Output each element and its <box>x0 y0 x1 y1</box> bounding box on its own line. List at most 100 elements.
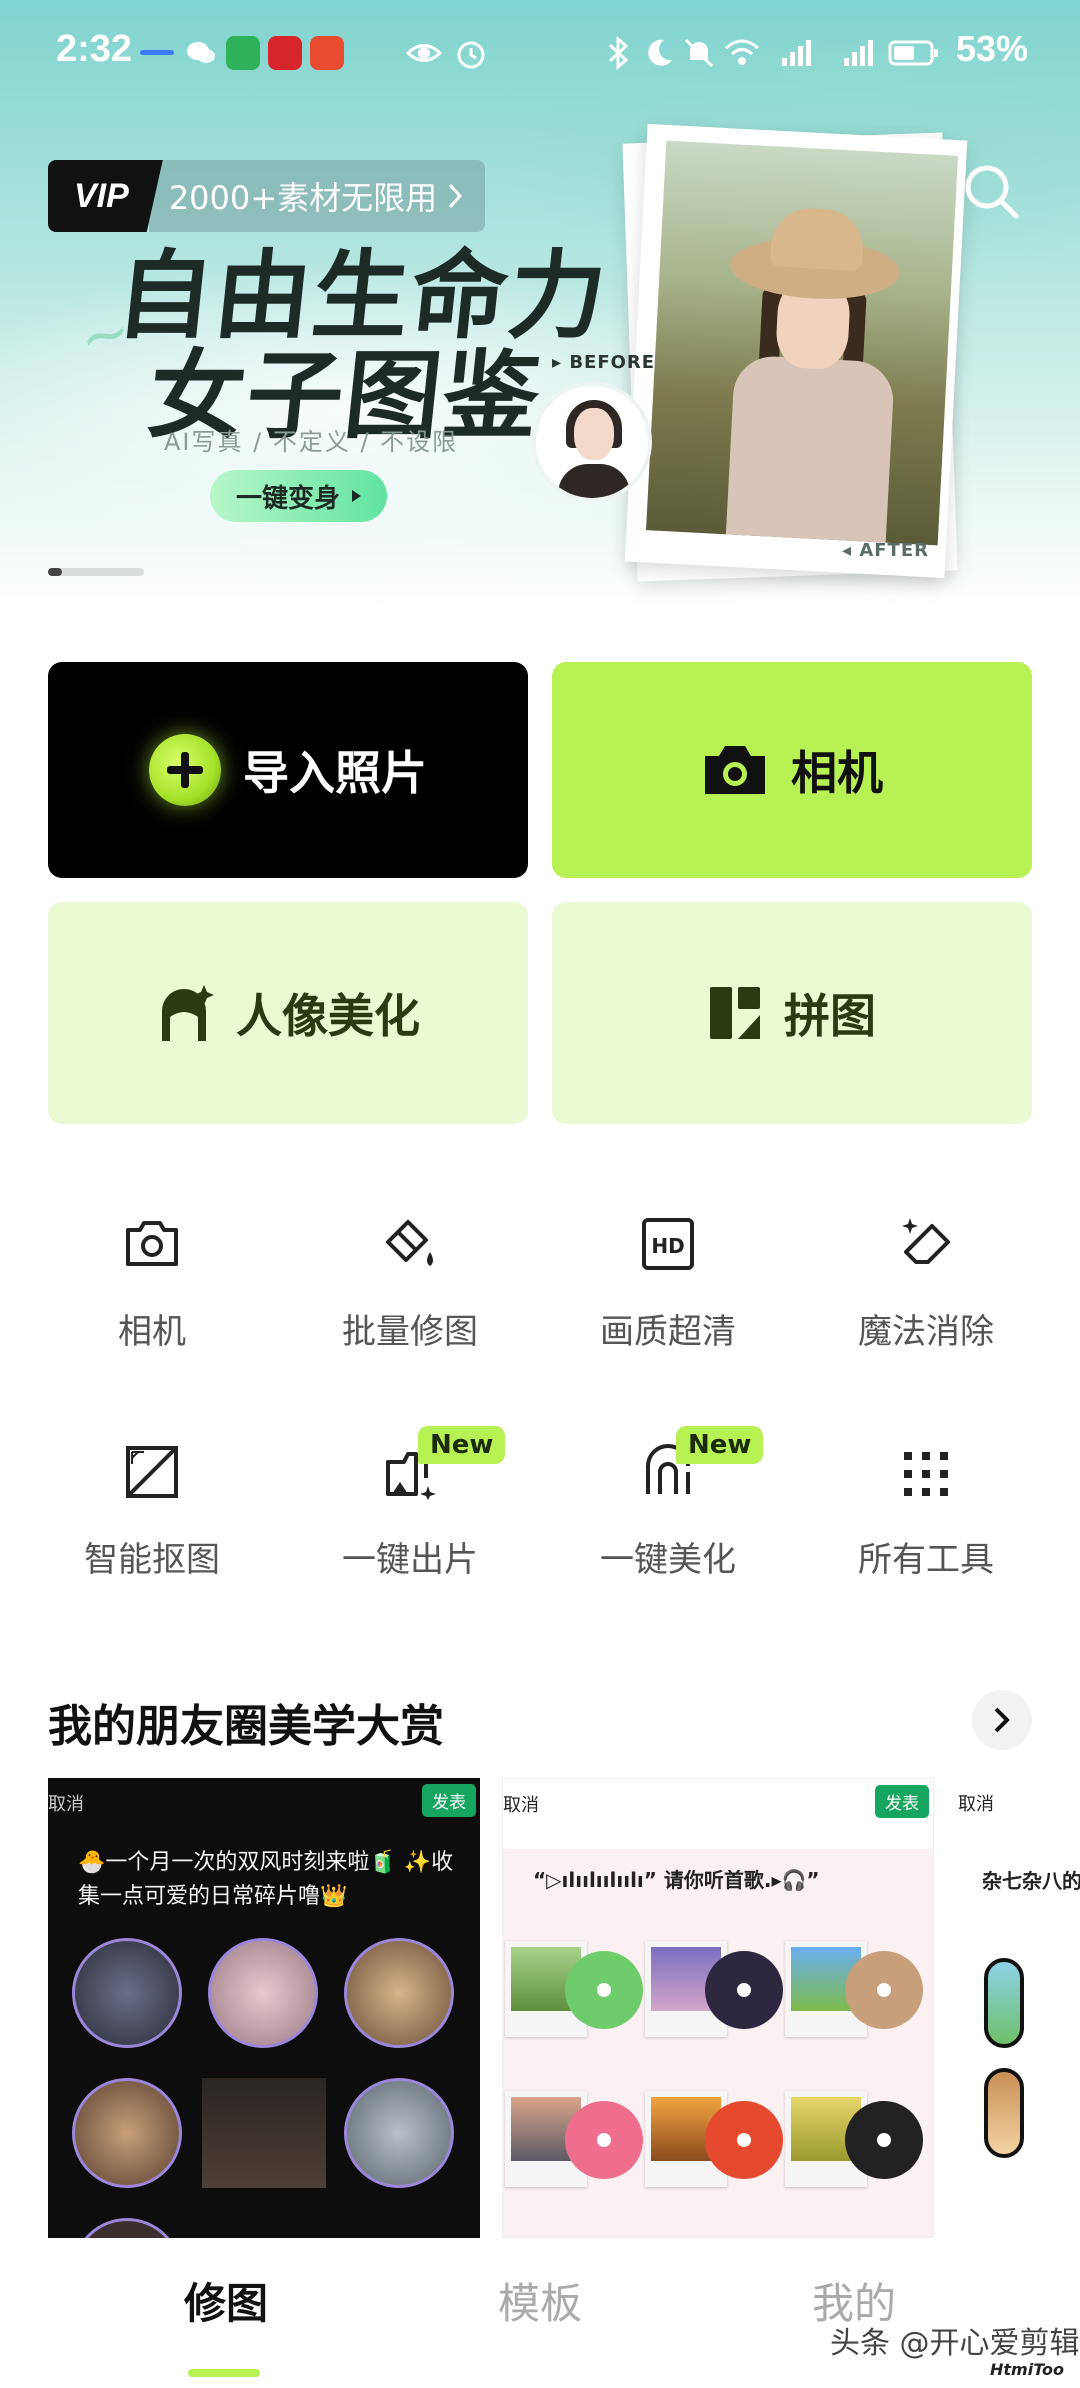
chevron-right-icon <box>448 183 463 209</box>
portrait-icon <box>162 985 214 1041</box>
photo-thumb <box>202 2078 326 2188</box>
import-photo-button[interactable]: 导入照片 <box>48 662 528 878</box>
battery-icon <box>888 36 940 70</box>
gallery-card[interactable]: 取消 发表 “▷ılıılıılıılı” 请你听首歌.▸🎧” <box>502 1778 934 2238</box>
plus-icon <box>149 734 221 806</box>
magic-eraser-icon <box>902 1218 950 1264</box>
cancel-text: 取消 <box>958 1794 994 1815</box>
status-time: 2:32 <box>56 28 133 70</box>
tool-one-click-beautify[interactable]: New 一键美化 <box>558 1426 778 1594</box>
play-triangle-icon <box>352 490 362 502</box>
after-photo <box>645 140 959 546</box>
decor-letter <box>984 2068 1024 2158</box>
after-label-text: AFTER <box>859 540 929 561</box>
photo-thumb <box>344 1938 454 2048</box>
cancel-text: 取消 <box>48 1794 84 1815</box>
tool-camera[interactable]: 相机 <box>42 1216 262 1366</box>
vip-text: 2000+素材无限用 <box>168 179 438 217</box>
before-label-text: BEFORE <box>569 352 656 373</box>
status-bar: 2:32 53% <box>0 0 1080 110</box>
tool-cutout[interactable]: 智能抠图 <box>42 1444 262 1594</box>
import-photo-label: 导入照片 <box>243 746 427 800</box>
hd-icon: HD <box>642 1218 694 1270</box>
camera-icon <box>705 746 765 794</box>
photo-body <box>724 354 896 546</box>
status-indicator <box>140 50 174 55</box>
portrait-beautify-label: 人像美化 <box>236 989 420 1043</box>
tool-label: 魔法消除 <box>858 1312 994 1352</box>
signal-5g-icon <box>830 36 873 70</box>
carousel-dot-active <box>48 568 62 576</box>
decor-letter <box>984 1958 1024 2048</box>
moon-icon <box>642 36 676 70</box>
banner-tags: AI写真 / 不定义 / 不设限 <box>164 428 459 456</box>
alarm-icon <box>454 36 488 70</box>
app-icon <box>226 36 260 70</box>
record-disc <box>565 1951 643 2029</box>
new-badge: New <box>418 1426 506 1464</box>
record-disc <box>845 2101 923 2179</box>
post-caption: 🐣一个月一次的双风时刻来啦🧃 ✨收集一点可爱的日常碎片噜👑 <box>78 1850 454 1909</box>
bluetooth-icon <box>606 35 640 71</box>
tool-label: 一键出片 <box>342 1540 478 1580</box>
section-title: 我的朋友圈美学大赏 <box>48 1701 444 1752</box>
carousel-indicator <box>48 568 144 576</box>
promo-banner[interactable]: 2:32 53% VIP 2000+素材无限用 ~ 自由生命力 女子图鉴 AI写… <box>0 0 1080 610</box>
photo-thumb <box>72 1938 182 2048</box>
post-caption: “▷ılıılıılıılı” 请你听首歌.▸🎧” <box>533 1868 820 1892</box>
wifi-icon <box>724 36 759 70</box>
wechat-icon <box>184 36 218 70</box>
transform-button[interactable]: 一键变身 <box>210 470 388 522</box>
gallery-card[interactable]: 取消 发表 🐣一个月一次的双风时刻来啦🧃 ✨收集一点可爱的日常碎片噜👑 <box>48 1778 480 2238</box>
record-disc <box>565 2101 643 2179</box>
tool-all-tools[interactable]: 所有工具 <box>816 1444 1036 1594</box>
before-label: ▸ BEFORE <box>552 352 656 373</box>
tool-batch-edit[interactable]: 批量修图 <box>300 1216 520 1366</box>
photo-thumb <box>208 1938 318 2048</box>
avatar-face <box>574 408 614 460</box>
eye-icon <box>405 36 443 70</box>
before-avatar <box>532 382 652 502</box>
tool-hd[interactable]: HD 画质超清 <box>558 1216 778 1366</box>
section-more-button[interactable] <box>972 1690 1032 1750</box>
signal-4g-icon <box>768 36 811 70</box>
all-tools-icon <box>904 1452 948 1496</box>
chevron-right-icon <box>994 1707 1010 1733</box>
after-label: ◂ AFTER <box>842 540 929 561</box>
search-icon[interactable] <box>960 160 1024 224</box>
taobao-icon <box>310 36 344 70</box>
camera-button[interactable]: 相机 <box>552 662 1032 878</box>
tmall-icon <box>268 36 302 70</box>
photo-thumb <box>72 2218 182 2238</box>
tool-label: 批量修图 <box>342 1312 478 1352</box>
gallery-card[interactable]: 取消 杂七杂八的 <box>954 1778 1080 2238</box>
battery-percent: 53% <box>955 28 1028 69</box>
record-disc <box>845 1951 923 2029</box>
svg-text:HD: HD <box>651 1234 684 1258</box>
tool-label: 相机 <box>118 1312 186 1352</box>
avatar-body <box>558 464 630 498</box>
record-disc <box>705 2101 783 2179</box>
tab-edit[interactable]: 修图 <box>184 2270 268 2331</box>
publish-badge: 发表 <box>422 1784 476 1817</box>
batch-edit-icon <box>386 1220 433 1266</box>
tool-magic-eraser[interactable]: 魔法消除 <box>816 1216 1036 1366</box>
active-tab-indicator <box>188 2369 260 2377</box>
photo-thumb <box>344 2078 454 2188</box>
collage-button[interactable]: 拼图 <box>552 902 1032 1124</box>
mute-bell-icon <box>682 36 716 70</box>
post-caption: 杂七杂八的 <box>982 1869 1080 1893</box>
collage-icon <box>710 987 760 1039</box>
new-badge: New <box>676 1426 764 1464</box>
tool-label: 所有工具 <box>858 1540 994 1580</box>
photo-hat-top <box>769 206 865 272</box>
tool-label: 一键美化 <box>600 1540 736 1580</box>
tool-one-click-output[interactable]: New 一键出片 <box>300 1426 520 1594</box>
cancel-text: 取消 <box>503 1795 539 1816</box>
camera-label: 相机 <box>791 746 883 800</box>
portrait-beautify-button[interactable]: 人像美化 <box>48 902 528 1124</box>
collage-label: 拼图 <box>784 989 876 1043</box>
tab-templates[interactable]: 模板 <box>498 2270 582 2331</box>
photo-thumb <box>72 2078 182 2188</box>
watermark-brand: HtmiToo <box>990 2360 1065 2379</box>
